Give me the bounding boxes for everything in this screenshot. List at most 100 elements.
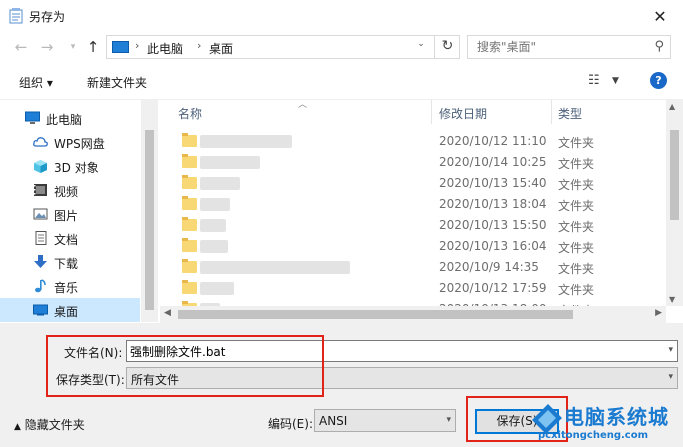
column-divider[interactable] [431, 100, 432, 124]
navigation-pane: 此电脑 WPS网盘 3D 对象 视频 图片 文档 下载 音乐 桌面 [0, 100, 160, 322]
table-row[interactable]: 2020/10/13 15:50 文件夹 [160, 215, 665, 236]
address-dropdown-button[interactable]: ⌄ [413, 39, 429, 49]
sort-ascending-icon: ︿ [298, 100, 308, 110]
modified-date: 2020/10/13 15:40 [439, 176, 547, 190]
sidebar-scrollbar[interactable] [141, 100, 158, 322]
sidebar-item-label: 视频 [54, 185, 79, 199]
close-button[interactable]: ✕ [637, 0, 683, 32]
chevron-right-icon[interactable]: › [135, 39, 139, 52]
folder-icon [182, 280, 197, 294]
organize-button[interactable]: 组织 ▾ [19, 74, 53, 91]
table-row[interactable]: 2020/10/13 18:04 文件夹 [160, 194, 665, 215]
folder-icon [182, 175, 197, 189]
encoding-select[interactable]: ANSI ▾ [314, 409, 456, 432]
sidebar-item-label: 音乐 [54, 281, 79, 295]
title-bar: 另存为 ✕ [0, 0, 683, 32]
breadcrumb-desktop[interactable]: 桌面 [209, 40, 233, 57]
command-bar: 组织 ▾ 新建文件夹 ☷ ▼ ? [0, 62, 683, 100]
chevron-down-icon: ▾ [70, 42, 76, 52]
sidebar-item-wps-cloud[interactable]: WPS网盘 [0, 130, 140, 154]
column-headers: ︿ 名称 修改日期 类型 [160, 100, 683, 124]
file-type: 文件夹 [558, 283, 595, 297]
table-row[interactable]: 2020/10/12 17:59 文件夹 [160, 278, 665, 299]
sidebar-item-music[interactable]: 音乐 [0, 274, 140, 298]
folder-icon [182, 196, 197, 210]
sidebar-item-documents[interactable]: 文档 [0, 226, 140, 250]
redacted-file-name [200, 282, 234, 295]
column-header-type[interactable]: 类型 [558, 105, 582, 122]
arrow-left-icon: ← [14, 38, 28, 56]
recent-locations-button[interactable]: ▾ [62, 37, 84, 57]
video-icon [34, 184, 47, 196]
new-folder-button[interactable]: 新建文件夹 [87, 74, 147, 91]
notepad-icon [9, 8, 23, 24]
modified-date: 2020/10/12 17:59 [439, 281, 547, 295]
chevron-down-icon: ▾ [446, 415, 451, 425]
encoding-label: 编码(E): [268, 417, 313, 431]
search-input[interactable] [468, 36, 638, 58]
table-row[interactable]: 2020/10/9 14:35 文件夹 [160, 257, 665, 278]
modified-date: 2020/10/9 14:35 [439, 260, 539, 274]
chevron-right-icon[interactable]: › [197, 39, 201, 52]
refresh-icon: ↻ [441, 38, 454, 54]
search-icon: ⚲ [654, 39, 664, 54]
highlight-box [46, 335, 324, 397]
file-type: 文件夹 [558, 157, 595, 171]
sidebar-item-3d-objects[interactable]: 3D 对象 [0, 154, 140, 178]
file-type: 文件夹 [558, 241, 595, 255]
table-row[interactable]: 2020/10/13 15:40 文件夹 [160, 173, 665, 194]
sidebar-item-downloads[interactable]: 下载 [0, 250, 140, 274]
sidebar-item-videos[interactable]: 视频 [0, 178, 140, 202]
file-list: ︿ 名称 修改日期 类型 2020/10/12 11:10 文件夹 2020/1… [160, 100, 683, 322]
table-row[interactable]: 2020/10/13 16:04 文件夹 [160, 236, 665, 257]
folder-icon [182, 154, 197, 168]
search-box[interactable]: ⚲ [467, 35, 671, 59]
hide-folders-button[interactable]: ▲ 隐藏文件夹 [14, 416, 85, 433]
table-row[interactable]: 2020/10/14 10:25 文件夹 [160, 152, 665, 173]
scroll-right-icon[interactable]: ▶ [655, 308, 662, 318]
column-divider[interactable] [551, 100, 552, 124]
column-header-name[interactable]: 名称 [178, 105, 202, 122]
sidebar-item-label: 3D 对象 [54, 161, 99, 175]
up-button[interactable]: ↑ [82, 37, 104, 57]
folder-icon [182, 238, 197, 252]
sidebar-item-label: WPS网盘 [54, 137, 105, 151]
chevron-down-icon[interactable]: ▼ [612, 76, 619, 86]
back-button[interactable]: ← [10, 37, 32, 57]
sidebar-item-label: 图片 [54, 209, 79, 223]
picture-icon [33, 208, 48, 220]
file-list-vertical-scrollbar[interactable]: ▲ ▼ [666, 100, 683, 306]
redacted-file-name [200, 198, 230, 211]
computer-icon [25, 111, 40, 124]
arrow-right-icon: → [40, 38, 54, 56]
file-list-horizontal-scrollbar[interactable]: ◀ ▶ [160, 306, 666, 323]
folder-icon [182, 217, 197, 231]
address-path[interactable]: › 此电脑 › 桌面 ⌄ [106, 35, 460, 59]
column-header-modified[interactable]: 修改日期 [439, 105, 487, 122]
arrow-up-icon: ↑ [86, 38, 100, 56]
sidebar-item-this-pc[interactable]: 此电脑 [0, 106, 140, 130]
scrollbar-thumb[interactable] [145, 130, 154, 310]
scroll-down-icon[interactable]: ▼ [669, 295, 675, 304]
help-button[interactable]: ? [650, 72, 667, 89]
refresh-button[interactable]: ↻ [434, 35, 460, 59]
modified-date: 2020/10/13 15:50 [439, 218, 547, 232]
view-options-icon[interactable]: ☷ [588, 73, 600, 88]
cloud-icon [33, 137, 48, 147]
encoding-value: ANSI [319, 414, 348, 428]
modified-date: 2020/10/14 10:25 [439, 155, 547, 169]
scroll-up-icon[interactable]: ▲ [669, 102, 675, 111]
chevron-down-icon[interactable]: ▾ [668, 345, 673, 355]
breadcrumb-this-pc[interactable]: 此电脑 [147, 40, 183, 57]
table-row[interactable]: 2020/10/12 11:10 文件夹 [160, 131, 665, 152]
file-type: 文件夹 [558, 178, 595, 192]
forward-button[interactable]: → [36, 37, 58, 57]
file-type: 文件夹 [558, 220, 595, 234]
scrollbar-thumb[interactable] [178, 310, 573, 319]
cube-icon [34, 160, 47, 173]
sidebar-item-desktop[interactable]: 桌面 [0, 298, 140, 322]
file-type: 文件夹 [558, 199, 595, 213]
sidebar-item-pictures[interactable]: 图片 [0, 202, 140, 226]
scroll-left-icon[interactable]: ◀ [164, 308, 171, 318]
scrollbar-thumb[interactable] [670, 130, 679, 220]
